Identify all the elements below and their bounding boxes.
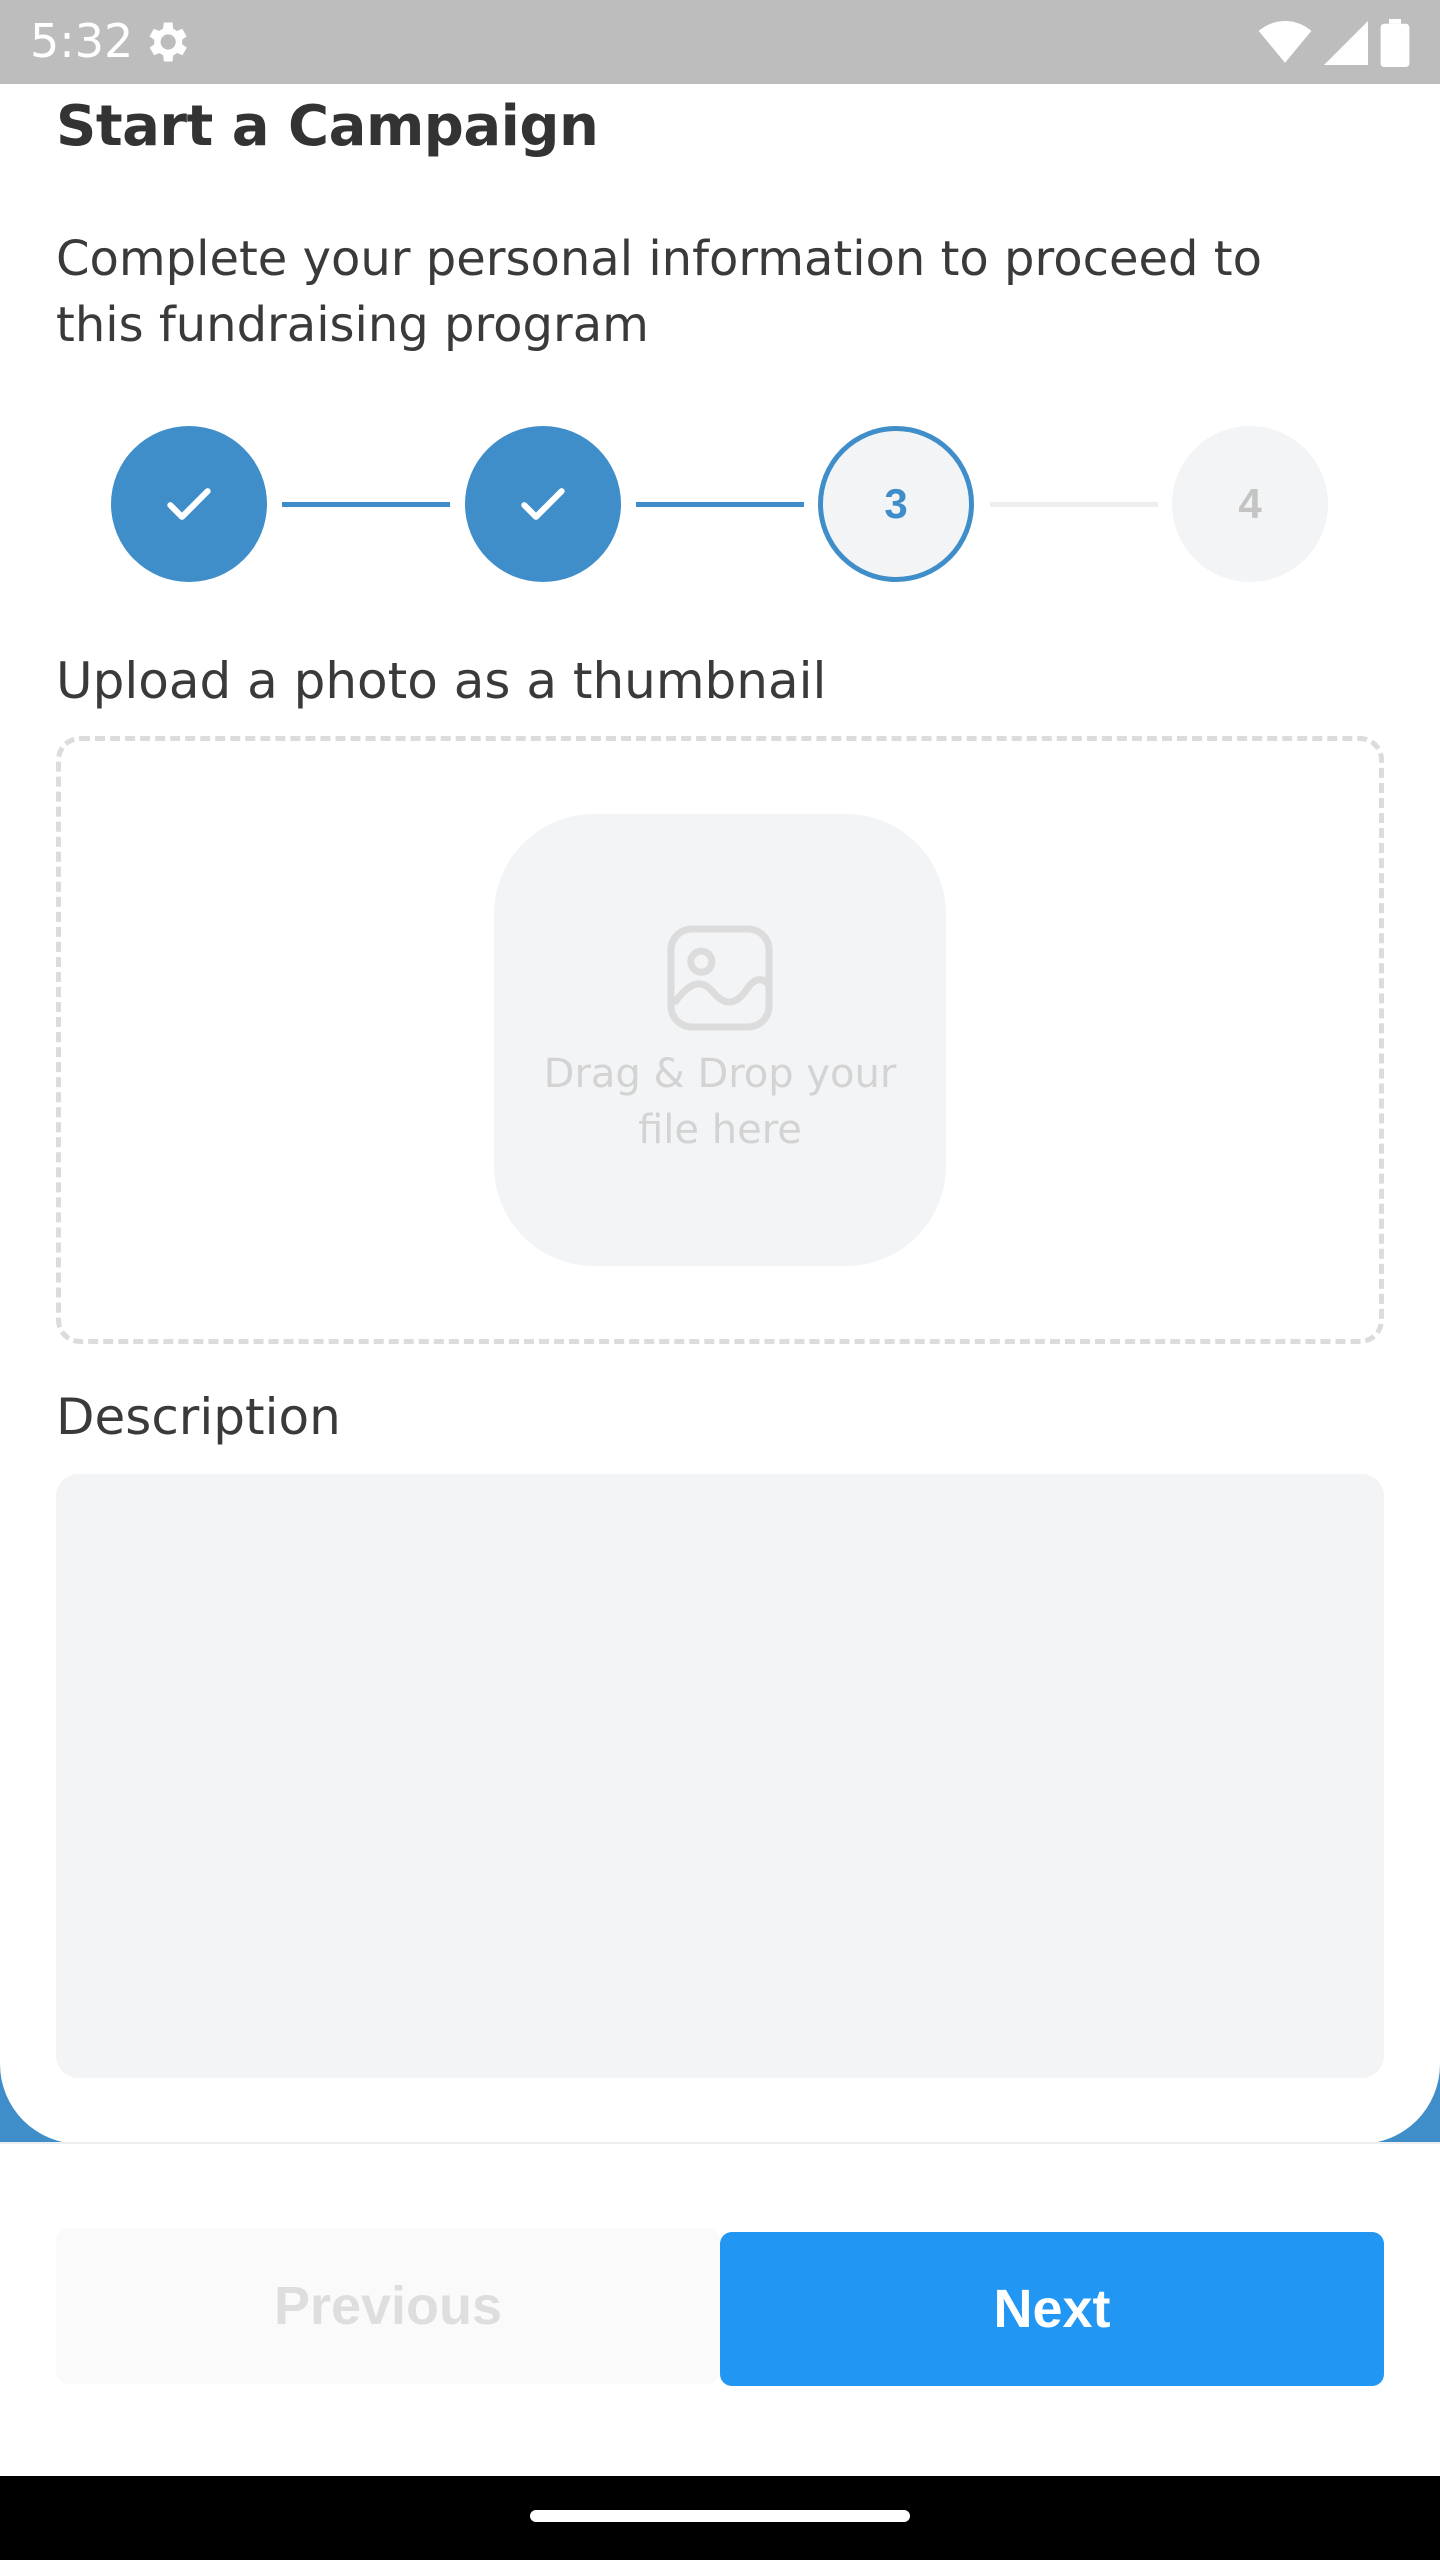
status-time: 5:32 (30, 14, 134, 68)
home-gesture-handle[interactable] (530, 2510, 910, 2522)
system-nav-bar (0, 2476, 1440, 2560)
image-icon (667, 925, 773, 1031)
check-icon (167, 488, 211, 520)
step-2-completed (465, 426, 621, 582)
drop-target[interactable] (494, 814, 946, 1266)
description-field[interactable] (56, 1474, 1384, 2078)
step-connector-3 (990, 502, 1158, 507)
drop-instructions: Drag & Drop your file here (494, 1046, 946, 1158)
page-subtitle: Complete your personal information to pr… (56, 231, 1262, 353)
status-bar: 5:32 (0, 0, 1440, 84)
signal-icon (1324, 21, 1368, 65)
drop-text-line1: Drag & Drop your (543, 1051, 897, 1097)
next-button[interactable]: Next (720, 2232, 1384, 2386)
step-connector-2 (636, 502, 804, 507)
gear-icon (149, 22, 187, 62)
drop-text-line2: file here (638, 1107, 802, 1153)
upload-label: Upload a photo as a thumbnail (56, 652, 827, 710)
step-1-completed (111, 426, 267, 582)
battery-icon (1380, 19, 1410, 67)
step-connector-1 (282, 502, 450, 507)
previous-button[interactable]: Previous (56, 2228, 720, 2384)
step-4-upcoming: 4 (1172, 426, 1328, 582)
page-title: Start a Campaign (56, 94, 599, 159)
step-3-current: 3 (818, 426, 974, 582)
wifi-icon (1258, 21, 1312, 63)
description-label: Description (56, 1388, 341, 1446)
check-icon (521, 488, 565, 520)
